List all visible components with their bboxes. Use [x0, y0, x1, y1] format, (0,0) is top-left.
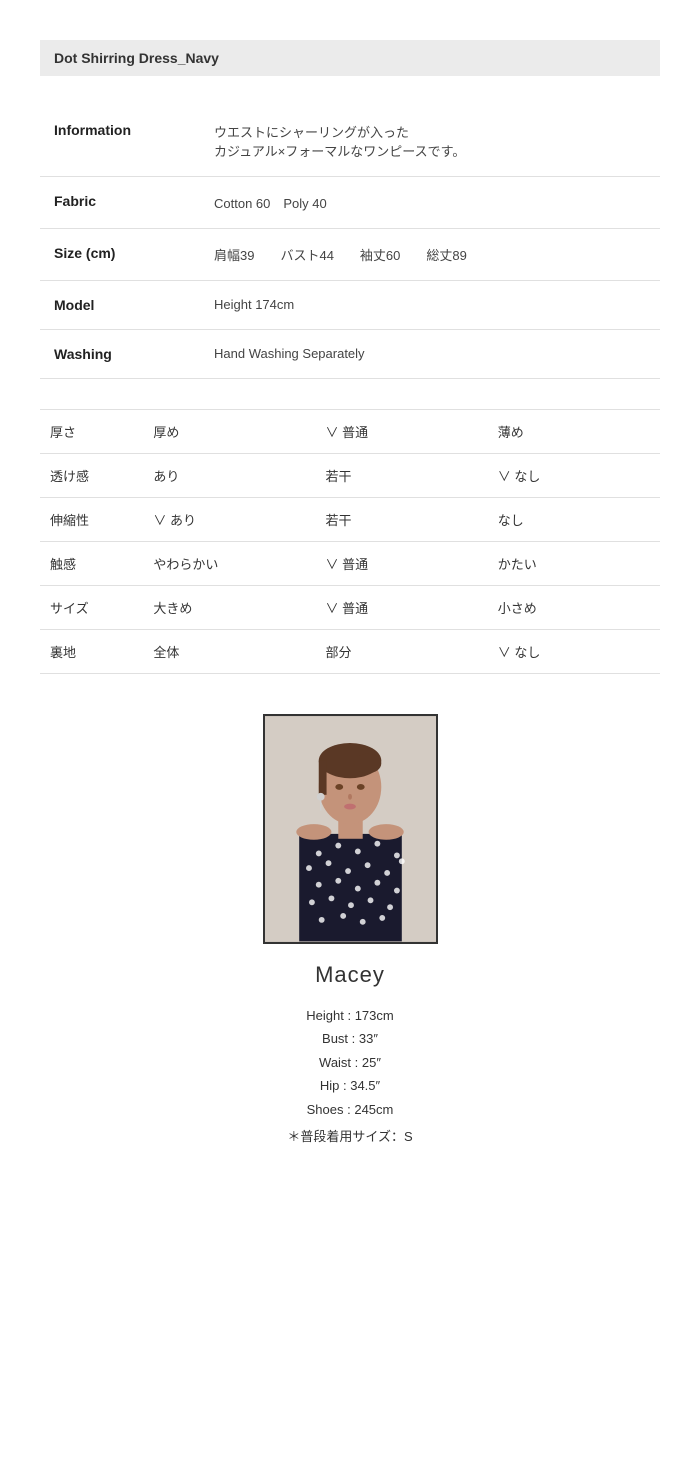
info-label: Size (cm)	[40, 229, 200, 281]
char-row: サイズ大きめ∨ 普通小さめ	[40, 586, 660, 630]
char-col1: 厚め	[143, 410, 315, 454]
product-title-row: Dot Shirring Dress_Navy	[40, 40, 660, 76]
char-col3: ∨ なし	[488, 630, 660, 674]
char-col3: ∨ なし	[488, 454, 660, 498]
product-info-table: Dot Shirring Dress_Navy	[40, 40, 660, 76]
char-col2: 若干	[316, 454, 488, 498]
model-stat-line: Bust : 33″	[287, 1027, 412, 1050]
char-attr: 触感	[40, 542, 143, 586]
model-stat-line: Height : 173cm	[287, 1004, 412, 1027]
char-col1: やわらかい	[143, 542, 315, 586]
info-label: Information	[40, 106, 200, 177]
info-value-line: Height 174cm	[214, 297, 646, 312]
char-row: 透け感あり若干∨ なし	[40, 454, 660, 498]
info-label: Washing	[40, 330, 200, 379]
info-row: Fabric Cotton 60 Poly 40	[40, 177, 660, 229]
model-stat-line: Shoes : 245cm	[287, 1098, 412, 1121]
info-value: Height 174cm	[200, 281, 660, 330]
info-value-line: 肩幅39 バスト44 袖丈60 総丈89	[214, 245, 646, 264]
char-col1: ∨ あり	[143, 498, 315, 542]
char-col1: 大きめ	[143, 586, 315, 630]
model-section: Macey Height : 173cmBust : 33″Waist : 25…	[40, 714, 660, 1148]
info-value: Hand Washing Separately	[200, 330, 660, 379]
info-row: Size (cm) 肩幅39 バスト44 袖丈60 総丈89	[40, 229, 660, 281]
model-photo-container	[263, 714, 438, 944]
char-col2: 部分	[316, 630, 488, 674]
info-row: Model Height 174cm	[40, 281, 660, 330]
info-value-line: Cotton 60 Poly 40	[214, 193, 646, 212]
check-mark: ∨	[326, 557, 343, 572]
char-attr: サイズ	[40, 586, 143, 630]
char-attr: 伸縮性	[40, 498, 143, 542]
check-mark: ∨	[326, 425, 343, 440]
info-value: 肩幅39 バスト44 袖丈60 総丈89	[200, 229, 660, 281]
char-col2: ∨ 普通	[316, 542, 488, 586]
info-row: Washing Hand Washing Separately	[40, 330, 660, 379]
char-col1: あり	[143, 454, 315, 498]
model-stat-line: Hip : 34.5″	[287, 1074, 412, 1097]
char-row: 触感やわらかい∨ 普通かたい	[40, 542, 660, 586]
page-wrapper: Dot Shirring Dress_Navy Informationウエストに…	[0, 0, 700, 1208]
info-label: Fabric	[40, 177, 200, 229]
model-note: ＊普段着用サイズ：S	[287, 1125, 412, 1148]
model-photo	[265, 716, 436, 942]
info-value: Cotton 60 Poly 40	[200, 177, 660, 229]
info-value-line: カジュアル×フォーマルなワンピースです。	[214, 141, 646, 160]
char-col3: 小さめ	[488, 586, 660, 630]
info-rows-table: Informationウエストにシャーリングが入ったカジュアル×フォーマルなワン…	[40, 106, 660, 379]
info-value: ウエストにシャーリングが入ったカジュアル×フォーマルなワンピースです。	[200, 106, 660, 177]
check-mark: ∨	[326, 601, 343, 616]
product-title: Dot Shirring Dress_Navy	[40, 40, 660, 76]
info-value-line: ウエストにシャーリングが入った	[214, 122, 646, 141]
model-name: Macey	[315, 962, 385, 988]
char-col3: かたい	[488, 542, 660, 586]
char-col2: 若干	[316, 498, 488, 542]
char-col1: 全体	[143, 630, 315, 674]
char-attr: 裏地	[40, 630, 143, 674]
info-value-line: Hand Washing Separately	[214, 346, 646, 361]
char-attr: 厚さ	[40, 410, 143, 454]
char-col3: なし	[488, 498, 660, 542]
char-attr: 透け感	[40, 454, 143, 498]
characteristics-table: 厚さ厚め∨ 普通薄め透け感あり若干∨ なし伸縮性∨ あり若干なし触感やわらかい∨…	[40, 409, 660, 674]
char-col2: ∨ 普通	[316, 586, 488, 630]
check-mark: ∨	[498, 469, 515, 484]
char-row: 厚さ厚め∨ 普通薄め	[40, 410, 660, 454]
check-mark: ∨	[153, 513, 170, 528]
char-row: 裏地全体部分∨ なし	[40, 630, 660, 674]
char-col2: ∨ 普通	[316, 410, 488, 454]
char-col3: 薄め	[488, 410, 660, 454]
info-label: Model	[40, 281, 200, 330]
model-stats: Height : 173cmBust : 33″Waist : 25″Hip :…	[287, 1004, 412, 1148]
model-stat-line: Waist : 25″	[287, 1051, 412, 1074]
check-mark: ∨	[498, 645, 515, 660]
char-row: 伸縮性∨ あり若干なし	[40, 498, 660, 542]
info-row: Informationウエストにシャーリングが入ったカジュアル×フォーマルなワン…	[40, 106, 660, 177]
